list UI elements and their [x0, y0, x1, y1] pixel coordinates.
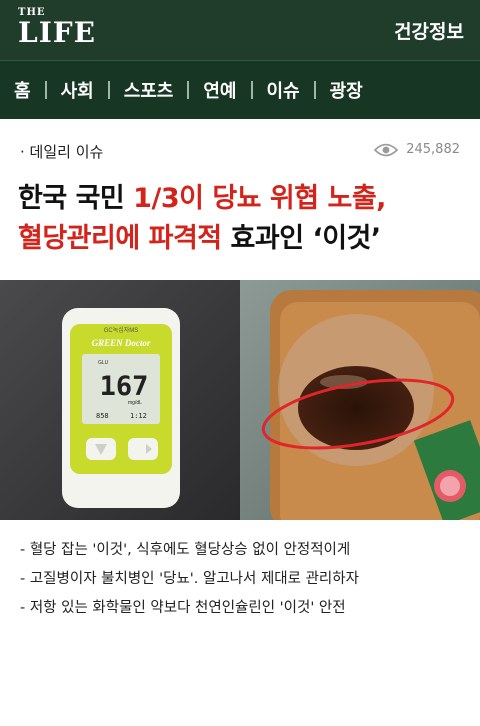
- meter-unit: GLU: [98, 360, 109, 366]
- headline-highlight: 1/3이 당뇨 위협 노출,: [133, 183, 386, 214]
- meter-reading: 167: [100, 371, 149, 402]
- meter-name: GREEN Doctor: [92, 338, 151, 348]
- summary-item: - 혈당 잡는 '이것', 식후에도 혈당상승 없이 안정적이게: [20, 542, 351, 558]
- headline-highlight: 혈당관리에 파격적: [18, 223, 222, 254]
- article-photo: GC녹십자MS GREEN Doctor GLU 167 mg/dL 858 1…: [0, 280, 480, 520]
- view-count-value: 245,882: [406, 142, 460, 157]
- meter-time: 1:12: [130, 412, 147, 420]
- headline-text: 한국 국민: [18, 183, 134, 214]
- nav-item-home[interactable]: 홈: [0, 77, 45, 103]
- nav-item-entertainment[interactable]: 연예: [189, 77, 250, 103]
- headline-line-1: 한국 국민 1/3이 당뇨 위협 노출,: [18, 179, 462, 219]
- summary-item: - 저항 있는 화학물인 약보다 천연인슐린인 '이것' 안전: [20, 600, 346, 616]
- article-meta: · 데일리 이슈 245,882: [0, 131, 480, 171]
- article-summary-list: - 혈당 잡는 '이것', 식후에도 혈당상승 없이 안정적이게 - 고질병이자…: [0, 536, 480, 623]
- main-nav: 홈 사회 스포츠 연예 이슈 광장: [0, 60, 480, 119]
- article-category[interactable]: · 데일리 이슈: [20, 141, 103, 162]
- headline-text: 효과인 ‘이것’: [221, 223, 382, 254]
- nav-item-society[interactable]: 사회: [47, 77, 108, 103]
- nav-item-plaza[interactable]: 광장: [316, 77, 377, 103]
- nav-item-issue[interactable]: 이슈: [253, 77, 314, 103]
- site-logo[interactable]: THE LIFE: [18, 8, 96, 47]
- nav-item-sports[interactable]: 스포츠: [110, 77, 188, 103]
- logo-big-text: LIFE: [18, 16, 97, 49]
- glucose-meter-image: GC녹십자MS GREEN Doctor GLU 167 mg/dL 858 1…: [0, 280, 240, 520]
- section-title[interactable]: 건강정보: [394, 17, 464, 44]
- headline-line-2: 혈당관리에 파격적 효과인 ‘이것’: [18, 219, 462, 259]
- article-headline: 한국 국민 1/3이 당뇨 위협 노출, 혈당관리에 파격적 효과인 ‘이것’: [0, 179, 480, 259]
- site-header: THE LIFE 건강정보: [0, 0, 480, 60]
- meter-brand: GC녹십자MS: [104, 326, 139, 334]
- meter-date: 858: [96, 412, 109, 420]
- summary-item: - 고질병이자 불치병인 '당뇨'. 알고나서 제대로 관리하자: [20, 571, 359, 587]
- view-count: 245,882: [374, 142, 460, 157]
- eye-icon: [374, 143, 399, 156]
- tea-glass-image: [240, 280, 480, 520]
- meter-units: mg/dL: [128, 400, 142, 406]
